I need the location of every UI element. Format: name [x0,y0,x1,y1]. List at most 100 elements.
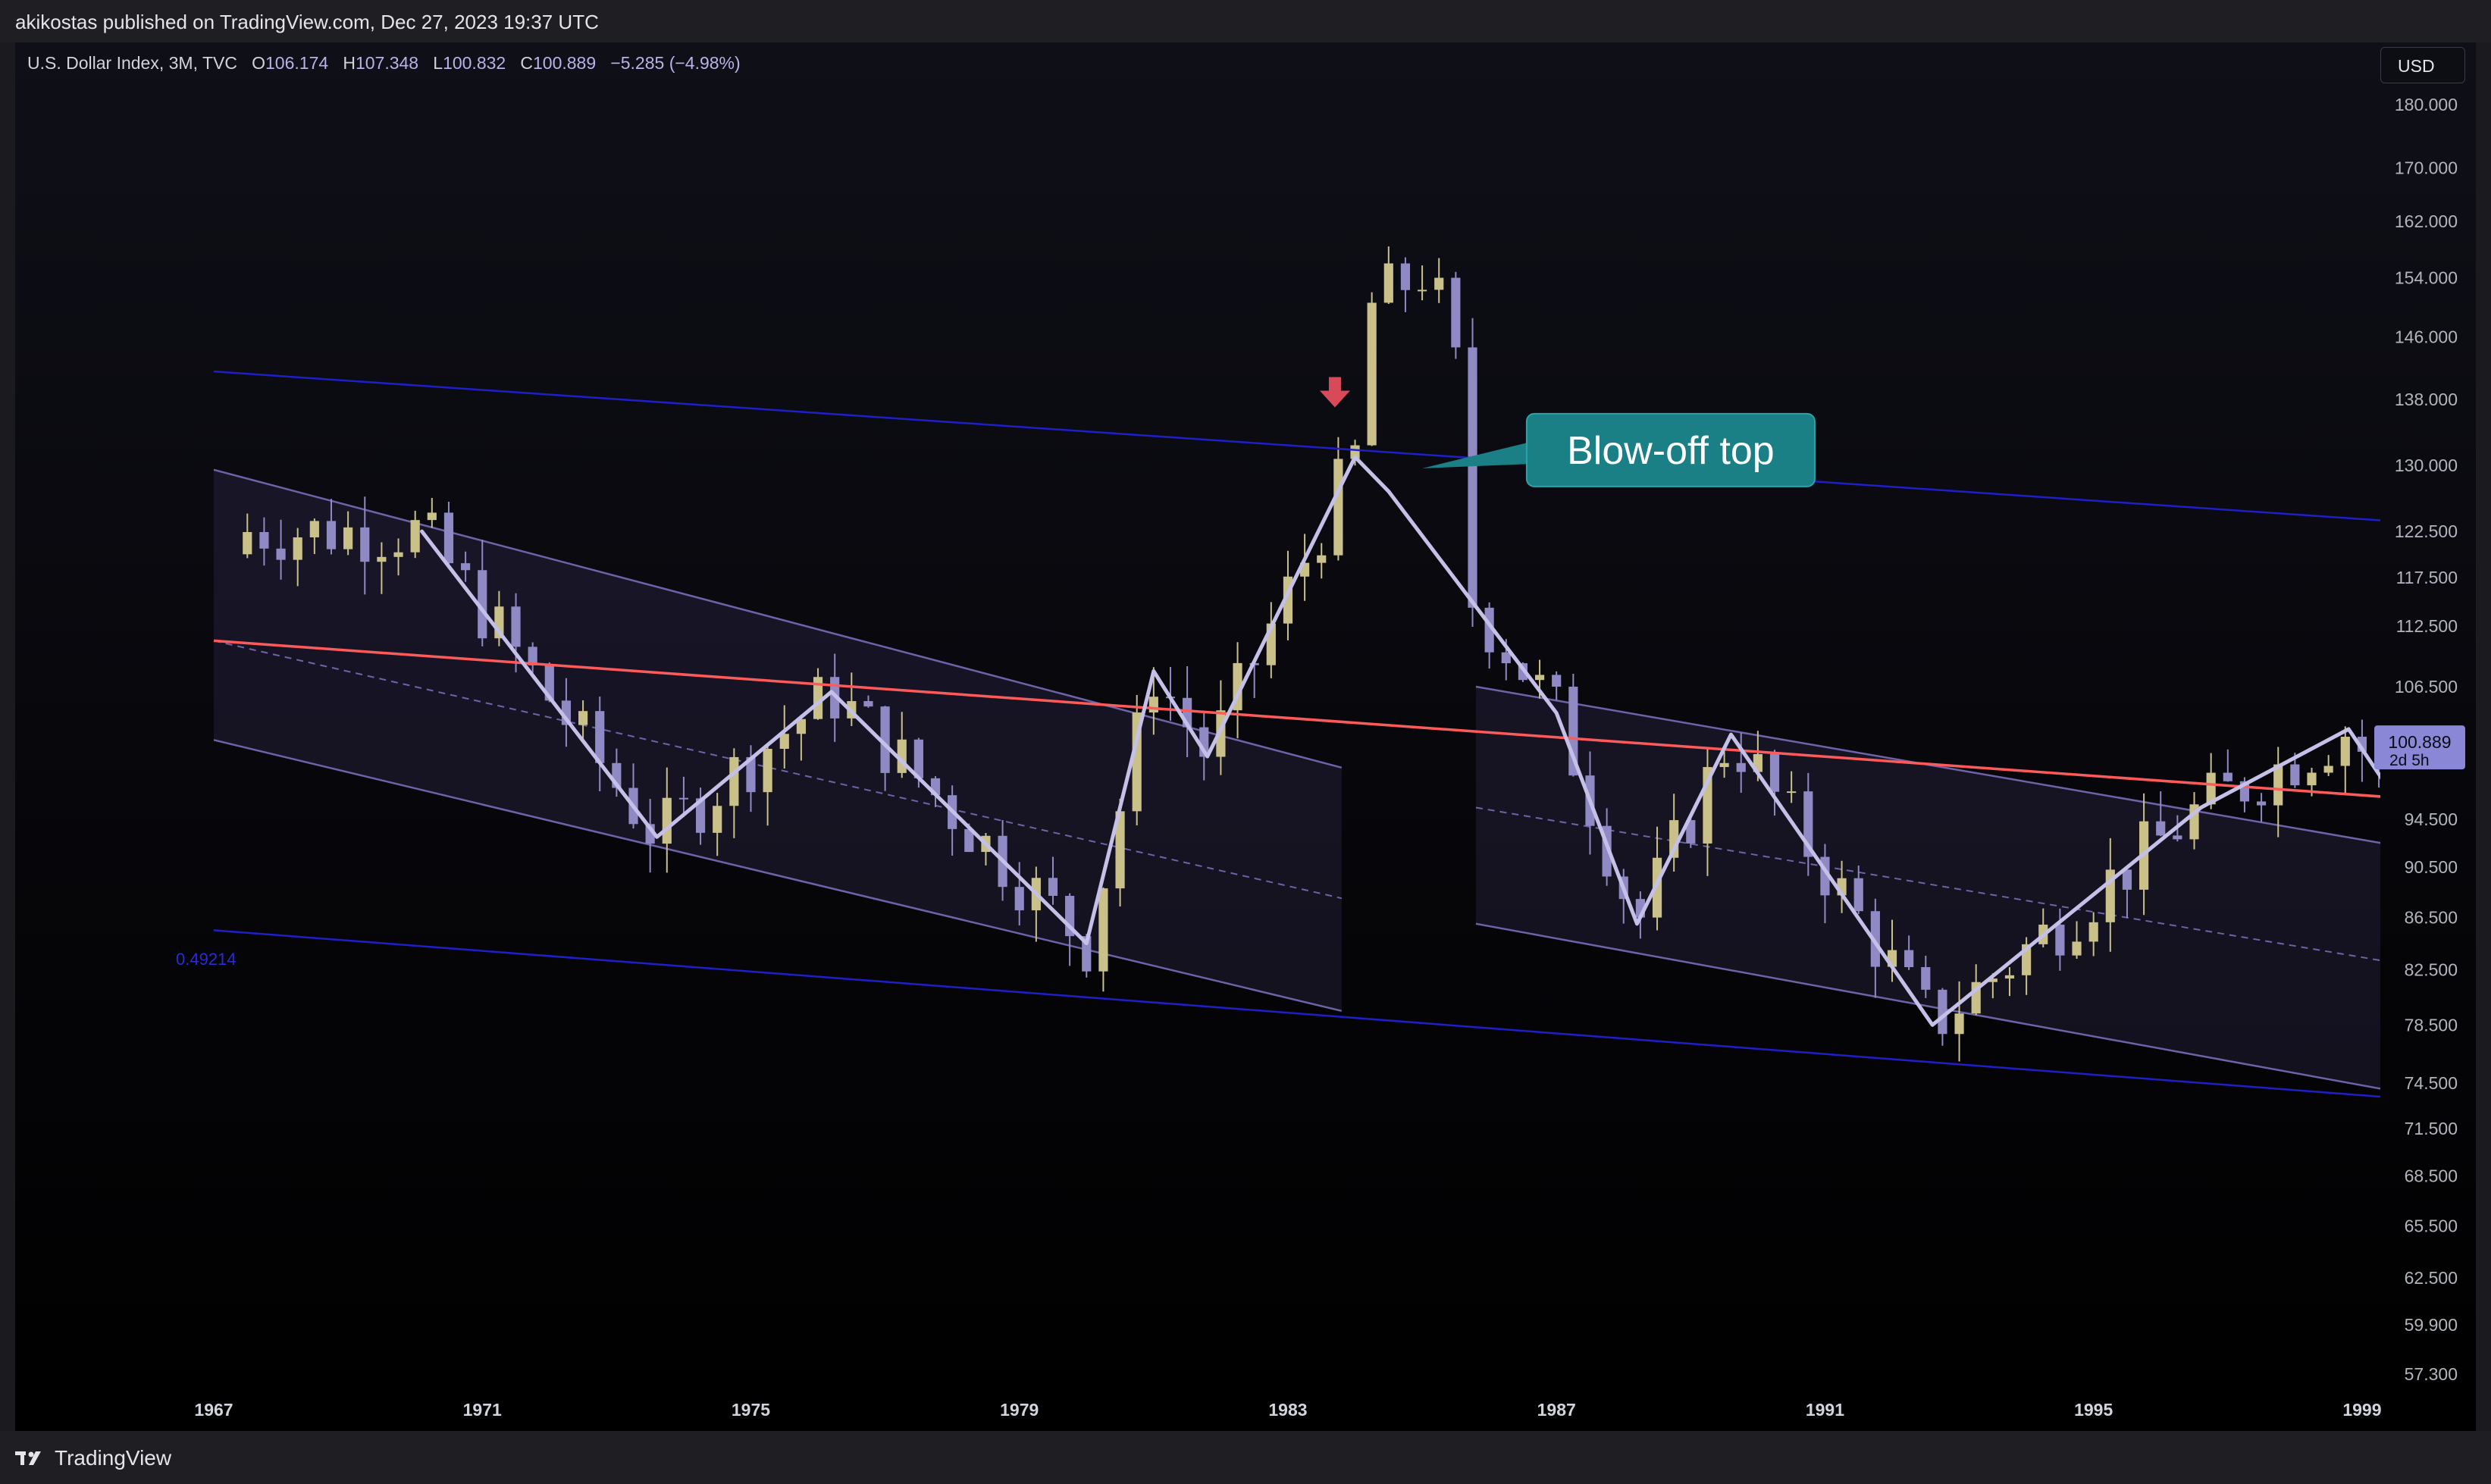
footer-bar: TradingView [0,1431,2491,1484]
candle-body [1904,950,1914,968]
currency-button[interactable]: USD [2380,47,2465,83]
candle [1417,265,1427,301]
candle-body [729,756,739,806]
candle-body [763,748,772,793]
y-axis-tick: 146.000 [2395,327,2458,346]
candle [1317,543,1327,579]
candle-body [360,527,370,562]
candle [1552,671,1562,700]
candle-body [2475,719,2484,753]
x-axis-tick: 1995 [2074,1400,2113,1420]
x-axis-tick: 1983 [1268,1400,1307,1420]
y-axis-tick: 90.500 [2405,857,2458,877]
y-axis-tick: 68.500 [2405,1166,2458,1186]
change-value: −5.285 (−4.98%) [610,53,741,73]
x-axis-tick: 1987 [1537,1400,1576,1420]
candle-body [1098,888,1108,972]
candle-body [863,701,873,707]
candle-body [1468,347,1477,608]
candle-body [309,521,319,538]
y-axis-tick: 170.000 [2395,158,2458,178]
candle [1383,246,1393,304]
candle-body [276,548,286,560]
tradingview-brand[interactable]: TradingView [15,1446,171,1470]
candle-body [2173,835,2182,840]
candle [2475,715,2484,769]
y-axis-tick: 117.500 [2396,568,2458,587]
candle [1266,602,1276,678]
y-axis-tick: 94.500 [2405,809,2458,829]
candle-body [779,734,789,749]
y-axis-tick: 86.500 [2405,907,2458,927]
x-axis-tick: 1991 [1806,1400,1844,1420]
candle-body [578,711,588,725]
candle-body [1552,675,1562,687]
down-arrow-icon [1319,377,1350,408]
candle-body [678,797,689,800]
candle-body [2273,764,2283,806]
candle [443,501,454,568]
regression-channel-fill [214,469,1342,1011]
low-value: 100.832 [443,53,506,73]
candle [1484,602,1494,669]
candle-body [1434,277,1444,290]
callout-pointer [1422,440,1534,468]
candle [1132,695,1142,825]
candle-body [2156,821,2166,836]
x-axis-tick: 1975 [732,1400,770,1420]
candle-body [2072,941,2082,956]
candle-body [1400,263,1411,290]
candle-body [461,563,471,571]
candle [1367,292,1377,446]
candle-body [2256,801,2267,806]
candle [1451,271,1461,359]
candle-body [1333,459,1343,556]
candle-body [2307,772,2317,786]
x-axis-tick: 1967 [194,1400,233,1420]
candle-body [2122,869,2132,890]
x-axis-tick: 1999 [2342,1400,2381,1420]
callout-label: Blow-off top [1567,429,1775,473]
price-chart[interactable]: Blow-off top 0.49214 180.000 170.000 162.000… [0,0,2491,1484]
y-axis-tick: 59.900 [2405,1315,2458,1335]
y-axis-tick: 122.500 [2395,521,2458,541]
candle-body [326,521,337,549]
y-axis-tick: 112.500 [2396,616,2458,636]
candle [2273,747,2283,837]
candle-body [1383,263,1393,303]
candle-body [595,711,605,763]
tradingview-logo-icon [15,1451,41,1465]
candle [1468,318,1477,628]
last-price-value: 100.889 [2388,732,2451,752]
candle-body [1787,791,1797,794]
candle [410,510,420,559]
fib-level-label: 0.49214 [176,950,237,969]
candle [427,497,437,528]
candle [1400,257,1411,312]
candle-body [1014,887,1024,911]
candle-body [2340,737,2350,766]
high-value: 107.348 [355,53,419,73]
candle-body [1148,697,1158,713]
y-axis-tick: 74.500 [2405,1073,2458,1093]
candle-body [1853,878,1863,912]
candle-body [2323,765,2333,773]
y-axis-tick: 154.000 [2395,268,2458,287]
candle-body [243,531,252,555]
candle-body [1769,753,1780,792]
candle-body [259,531,269,549]
y-axis-tick: 162.000 [2395,211,2458,231]
candle [2223,749,2232,782]
y-axis-tick: 82.500 [2405,960,2458,980]
last-price-marker: 100.8892d 5h [2374,725,2465,770]
candle-body [2004,975,2015,979]
candle-body [1317,555,1327,563]
high-label: H [343,53,356,73]
y-axis-tick: 106.500 [2395,677,2458,697]
low-label: L [433,53,443,73]
candle-body [2290,764,2300,786]
blow-off-top-callout: Blow-off top [1422,412,1816,487]
candle-body [1921,967,1931,990]
x-axis-tick: 1979 [1000,1400,1039,1420]
y-axis-tick: 57.300 [2405,1364,2458,1384]
